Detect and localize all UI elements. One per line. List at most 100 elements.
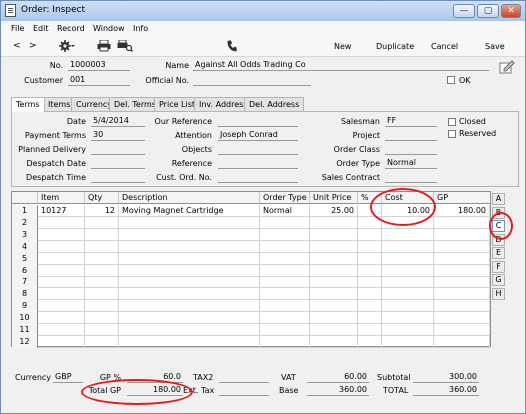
cell-description[interactable] [119, 264, 260, 277]
table-row[interactable]: 2 [12, 216, 490, 229]
cell-qty[interactable] [85, 240, 119, 253]
official-no-field[interactable] [193, 75, 311, 86]
close-button[interactable]: ✕ [501, 4, 521, 18]
cell-unit-price[interactable] [310, 312, 358, 325]
side-tab-h[interactable]: H [492, 287, 505, 300]
cell-item[interactable] [38, 300, 85, 313]
cell-gp[interactable] [434, 300, 490, 313]
closed-checkbox[interactable] [448, 118, 456, 126]
printer-icon[interactable] [97, 39, 111, 55]
cell-order-type[interactable] [260, 300, 310, 313]
cell-item[interactable] [38, 216, 85, 229]
col-percent-header[interactable]: % [358, 192, 382, 204]
date-field[interactable]: 5/4/2014 [91, 116, 145, 127]
cancel-button[interactable]: Cancel [431, 42, 458, 51]
cell-gp[interactable]: 180.00 [434, 205, 490, 217]
cell-cost[interactable] [382, 276, 434, 289]
cell-qty[interactable] [85, 335, 119, 348]
cell-gp[interactable] [434, 216, 490, 229]
cell-order-type[interactable] [260, 264, 310, 277]
cell-gp[interactable] [434, 228, 490, 241]
cell-order-type[interactable] [260, 288, 310, 301]
cell-unit-price[interactable] [310, 324, 358, 336]
cell-percent[interactable] [358, 276, 382, 289]
cell-percent[interactable] [358, 264, 382, 277]
cell-unit-price[interactable] [310, 216, 358, 229]
duplicate-button[interactable]: Duplicate [376, 42, 414, 51]
cell-unit-price[interactable] [310, 300, 358, 313]
cell-order-type[interactable] [260, 276, 310, 289]
gear-icon[interactable] [59, 39, 75, 56]
cell-order-type[interactable] [260, 312, 310, 325]
cell-item[interactable]: 10127 [38, 205, 85, 217]
table-row[interactable]: 12 [12, 335, 490, 348]
cell-item[interactable] [38, 335, 85, 348]
cell-order-type[interactable] [260, 228, 310, 241]
cell-percent[interactable] [358, 335, 382, 348]
cell-description[interactable] [119, 240, 260, 253]
previous-record-button[interactable]: < [13, 41, 21, 51]
menu-file[interactable]: File [11, 24, 24, 33]
cell-order-type[interactable] [260, 324, 310, 336]
save-button[interactable]: Save [485, 42, 505, 51]
cell-description[interactable] [119, 216, 260, 229]
menu-info[interactable]: Info [133, 24, 148, 33]
cell-item[interactable] [38, 312, 85, 325]
table-row[interactable]: 10 [12, 312, 490, 325]
cell-item[interactable] [38, 252, 85, 265]
ok-checkbox[interactable] [447, 76, 455, 84]
name-field[interactable]: Against All Odds Trading Co [193, 60, 489, 71]
cell-cost[interactable] [382, 216, 434, 229]
table-row[interactable]: 4 [12, 240, 490, 253]
customer-field[interactable]: 001 [68, 75, 130, 86]
cell-qty[interactable] [85, 264, 119, 277]
table-row[interactable]: 5 [12, 252, 490, 265]
cell-unit-price[interactable] [310, 288, 358, 301]
cell-unit-price[interactable] [310, 264, 358, 277]
col-description-header[interactable]: Description [119, 192, 260, 204]
cell-item[interactable] [38, 240, 85, 253]
cell-qty[interactable]: 12 [85, 205, 119, 217]
side-tab-d[interactable]: D [492, 233, 505, 246]
cell-cost[interactable] [382, 324, 434, 336]
table-row[interactable]: 11 [12, 324, 490, 336]
objects-field[interactable] [218, 144, 298, 155]
cell-cost[interactable] [382, 288, 434, 301]
cell-cost[interactable] [382, 312, 434, 325]
planned-delivery-field[interactable] [91, 144, 145, 155]
cell-unit-price[interactable] [310, 252, 358, 265]
cell-percent[interactable] [358, 312, 382, 325]
new-button[interactable]: New [334, 42, 351, 51]
next-record-button[interactable]: > [29, 41, 37, 51]
cell-unit-price[interactable] [310, 228, 358, 241]
cell-cost[interactable] [382, 228, 434, 241]
cell-gp[interactable] [434, 324, 490, 336]
cell-cost[interactable] [382, 240, 434, 253]
cell-description[interactable]: Moving Magnet Cartridge [119, 205, 260, 217]
cell-order-type[interactable] [260, 335, 310, 348]
table-row[interactable]: 9 [12, 300, 490, 313]
menu-window[interactable]: Window [93, 24, 125, 33]
cell-qty[interactable] [85, 252, 119, 265]
cell-unit-price[interactable] [310, 276, 358, 289]
cell-order-type[interactable] [260, 252, 310, 265]
cell-description[interactable] [119, 335, 260, 348]
cell-order-type[interactable]: Normal [260, 205, 310, 217]
col-unit-price-header[interactable]: Unit Price [310, 192, 358, 204]
table-row[interactable]: 1 10127 12 Moving Magnet Cartridge Normal 25.… [12, 205, 490, 217]
cell-item[interactable] [38, 228, 85, 241]
side-tab-c[interactable]: C [492, 220, 505, 232]
cell-description[interactable] [119, 276, 260, 289]
cell-cost[interactable] [382, 335, 434, 348]
maximize-button[interactable]: ▢ [477, 4, 499, 18]
side-tab-b[interactable]: B [492, 206, 505, 219]
despatch-time-field[interactable] [91, 172, 145, 183]
cell-description[interactable] [119, 300, 260, 313]
col-qty-header[interactable]: Qty [85, 192, 119, 204]
cell-gp[interactable] [434, 335, 490, 348]
cell-description[interactable] [119, 312, 260, 325]
cell-cost[interactable]: 10.00 [382, 205, 434, 217]
menu-edit[interactable]: Edit [33, 24, 49, 33]
cell-percent[interactable] [358, 216, 382, 229]
cell-percent[interactable] [358, 252, 382, 265]
